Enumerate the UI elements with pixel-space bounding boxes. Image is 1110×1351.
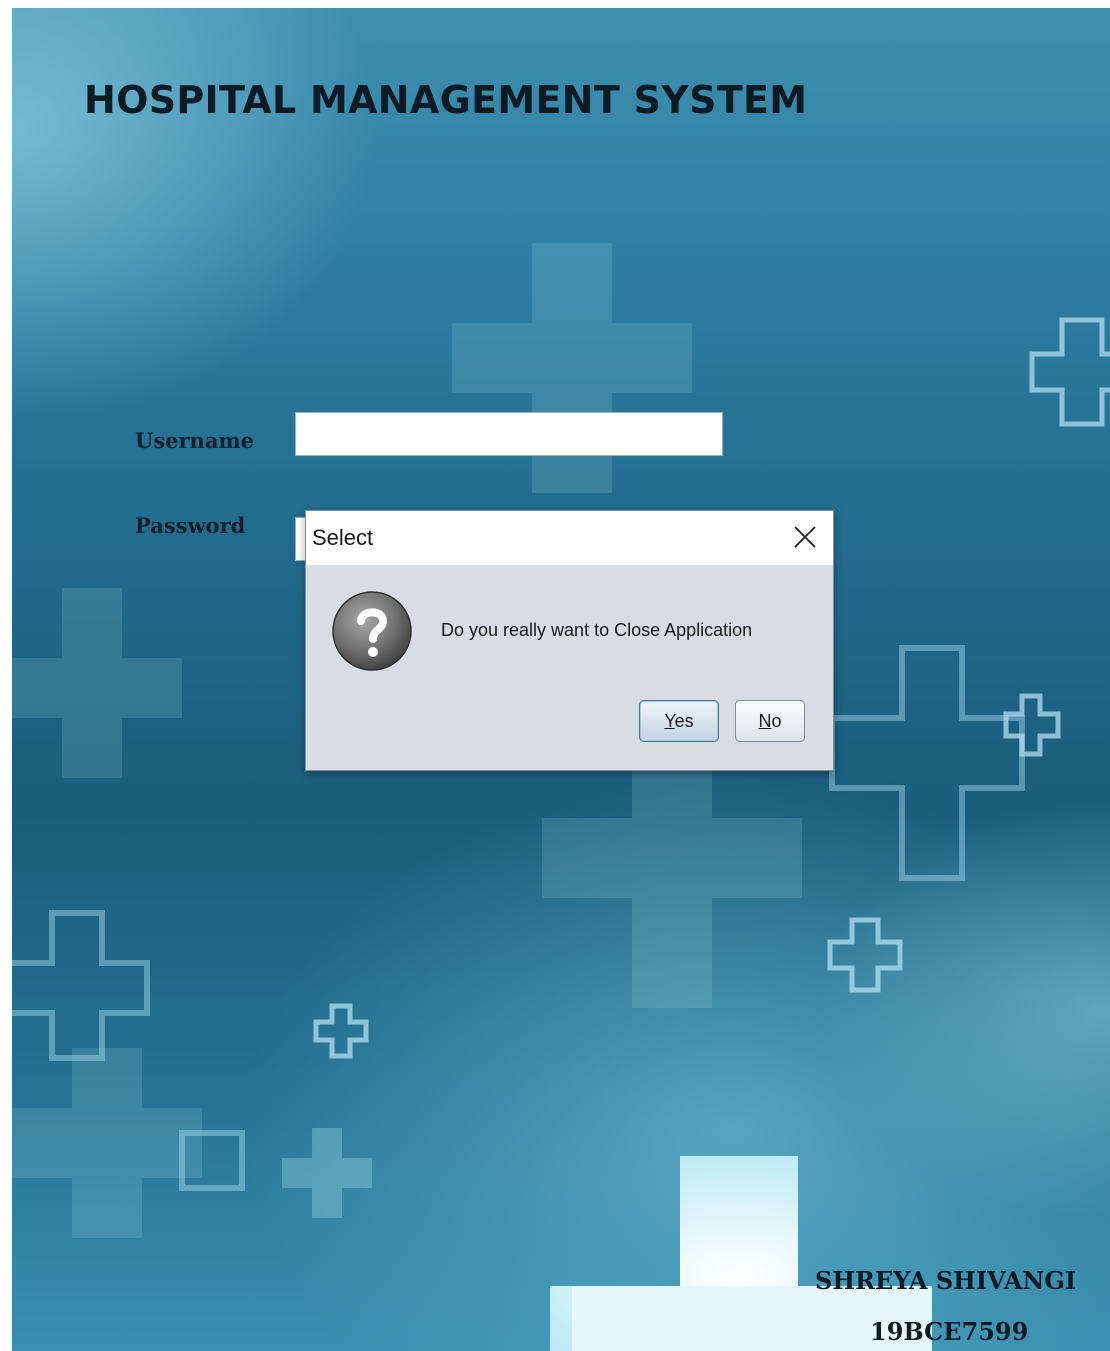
yes-button[interactable]: Yes	[639, 700, 719, 742]
password-label: Password	[135, 513, 246, 538]
no-label: o	[771, 711, 782, 731]
yes-mnemonic: Y	[664, 711, 675, 731]
author-id: 19BCE7599	[870, 1317, 1029, 1346]
dialog-message: Do you really want to Close Application	[441, 620, 753, 640]
app-title: HOSPITAL MANAGEMENT SYSTEM	[84, 78, 808, 122]
username-input[interactable]	[295, 412, 723, 456]
hospital-login-window: HOSPITAL MANAGEMENT SYSTEM Username Pass…	[12, 8, 1110, 1351]
dialog-titlebar[interactable]: Select	[306, 511, 833, 565]
no-mnemonic: N	[758, 711, 772, 731]
username-label: Username	[135, 428, 255, 453]
no-button[interactable]: No	[735, 700, 805, 742]
author-name: SHREYA SHIVANGI	[815, 1266, 1077, 1295]
close-icon[interactable]	[787, 519, 823, 555]
question-icon	[331, 590, 413, 672]
dialog-title: Select	[312, 525, 374, 550]
yes-label: es	[674, 711, 694, 731]
confirm-close-dialog: Select Do you really want to Close Appli…	[305, 510, 834, 771]
